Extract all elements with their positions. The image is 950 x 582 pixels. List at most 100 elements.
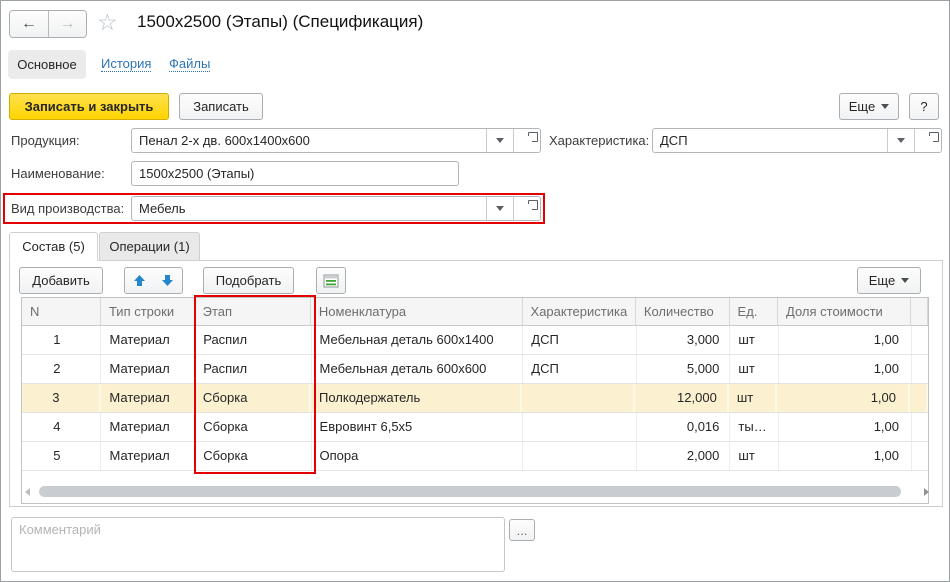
col-header-row-type[interactable]: Тип строки [101, 298, 195, 325]
cell-row-type[interactable]: Материал [101, 442, 195, 470]
chevron-down-icon [496, 138, 504, 143]
back-arrow-icon: ← [21, 15, 37, 33]
cell-item[interactable]: Мебельная деталь 600x1400 [312, 326, 524, 354]
cell-spacer [912, 442, 928, 470]
move-down-button[interactable] [153, 267, 183, 294]
cell-share[interactable]: 1,00 [779, 355, 912, 383]
cell-n[interactable]: 2 [22, 355, 101, 383]
cell-share[interactable]: 1,00 [779, 413, 912, 441]
page-title: 1500x2500 (Этапы) (Спецификация) [137, 12, 423, 32]
pick-button[interactable]: Подобрать [203, 267, 294, 294]
col-header-stage[interactable]: Этап [195, 298, 311, 325]
save-button[interactable]: Записать [179, 93, 263, 120]
cell-row-type[interactable]: Материал [101, 413, 195, 441]
cell-unit[interactable]: шт [730, 355, 778, 383]
change-form-button[interactable] [316, 267, 346, 294]
table-more-button[interactable]: Еще [857, 267, 921, 294]
navtab-files[interactable]: Файлы [169, 56, 210, 72]
cell-stage[interactable]: Распил [195, 326, 311, 354]
cell-item[interactable]: Полкодержатель [311, 384, 522, 412]
cell-unit[interactable]: шт [730, 326, 778, 354]
composition-table: N Тип строки Этап Номенклатура Характери… [21, 297, 929, 504]
cell-characteristic[interactable] [522, 384, 635, 412]
table-row[interactable]: 5 Материал Сборка Опора 2,000 шт 1,00 [22, 442, 928, 471]
cell-stage[interactable]: Сборка [195, 413, 311, 441]
tab-composition[interactable]: Состав (5) [9, 232, 98, 261]
comment-input[interactable] [11, 517, 505, 572]
cell-characteristic[interactable]: ДСП [523, 355, 636, 383]
col-header-unit[interactable]: Ед. [730, 298, 778, 325]
cell-qty[interactable]: 3,000 [637, 326, 731, 354]
characteristic-dropdown-button[interactable] [887, 129, 914, 152]
cell-stage[interactable]: Сборка [195, 384, 311, 412]
cell-unit[interactable]: ты… [730, 413, 778, 441]
comment-more-button[interactable]: ... [509, 519, 535, 541]
add-row-button[interactable]: Добавить [19, 267, 103, 294]
cell-qty[interactable]: 12,000 [635, 384, 729, 412]
table-row[interactable]: 1 Материал Распил Мебельная деталь 600x1… [22, 326, 928, 355]
cell-characteristic[interactable]: ДСП [523, 326, 636, 354]
name-label: Наименование: [11, 161, 105, 186]
cell-row-type[interactable]: Материал [101, 384, 195, 412]
tab-operations[interactable]: Операции (1) [99, 232, 200, 261]
col-header-share[interactable]: Доля стоимости [778, 298, 911, 325]
back-button[interactable]: ← [10, 11, 48, 37]
product-input[interactable]: Пенал 2-х дв. 600x1400x600 [132, 129, 486, 152]
cell-item[interactable]: Мебельная деталь 600x600 [312, 355, 524, 383]
cell-n[interactable]: 1 [22, 326, 101, 354]
open-link-icon [924, 136, 933, 145]
production-type-input[interactable]: Мебель [132, 197, 486, 220]
table-row[interactable]: 2 Материал Распил Мебельная деталь 600x6… [22, 355, 928, 384]
col-header-characteristic[interactable]: Характеристика [523, 298, 636, 325]
cell-n[interactable]: 4 [22, 413, 101, 441]
cell-n[interactable]: 5 [22, 442, 101, 470]
help-button[interactable]: ? [909, 93, 939, 120]
horizontal-scrollbar[interactable] [23, 485, 929, 499]
cell-share[interactable]: 1,00 [779, 326, 912, 354]
form-more-button[interactable]: Еще [839, 93, 899, 120]
scroll-left-icon[interactable] [25, 488, 30, 496]
col-header-n[interactable]: N [22, 298, 101, 325]
cell-unit[interactable]: шт [730, 442, 778, 470]
cell-item[interactable]: Евровинт 6,5x5 [312, 413, 524, 441]
navtab-history[interactable]: История [101, 56, 151, 72]
production-type-label: Вид производства: [11, 196, 124, 221]
form-more-label: Еще [849, 99, 875, 114]
cell-share[interactable]: 1,00 [777, 384, 910, 412]
col-header-item[interactable]: Номенклатура [311, 298, 523, 325]
col-header-qty[interactable]: Количество [636, 298, 730, 325]
production-type-open-button[interactable] [513, 197, 540, 220]
characteristic-open-button[interactable] [914, 129, 941, 152]
product-open-button[interactable] [513, 129, 540, 152]
table-row[interactable]: 4 Материал Сборка Евровинт 6,5x5 0,016 т… [22, 413, 928, 442]
characteristic-input[interactable]: ДСП [653, 129, 887, 152]
cell-row-type[interactable]: Материал [101, 355, 195, 383]
navtab-main[interactable]: Основное [8, 50, 86, 79]
cell-spacer [910, 384, 928, 412]
cell-unit[interactable]: шт [729, 384, 777, 412]
cell-n[interactable]: 3 [22, 384, 101, 412]
move-up-button[interactable] [124, 267, 154, 294]
cell-characteristic[interactable] [523, 413, 636, 441]
scrollbar-thumb[interactable] [39, 486, 901, 497]
cell-qty[interactable]: 2,000 [637, 442, 731, 470]
forward-button[interactable]: → [48, 11, 86, 37]
cell-item[interactable]: Опора [312, 442, 524, 470]
cell-stage[interactable]: Распил [195, 355, 311, 383]
name-input[interactable]: 1500x2500 (Этапы) [132, 162, 458, 185]
cell-characteristic[interactable] [523, 442, 636, 470]
chevron-down-icon [496, 206, 504, 211]
cell-qty[interactable]: 5,000 [637, 355, 731, 383]
product-label: Продукция: [11, 128, 80, 153]
cell-share[interactable]: 1,00 [779, 442, 912, 470]
save-close-button[interactable]: Записать и закрыть [9, 93, 169, 120]
production-type-dropdown-button[interactable] [486, 197, 513, 220]
cell-qty[interactable]: 0,016 [637, 413, 731, 441]
cell-stage[interactable]: Сборка [195, 442, 311, 470]
characteristic-field: ДСП [652, 128, 942, 153]
product-dropdown-button[interactable] [486, 129, 513, 152]
table-row-selected[interactable]: 3 Материал Сборка Полкодержатель 12,000 … [22, 384, 928, 413]
scroll-right-icon[interactable] [924, 488, 929, 496]
cell-row-type[interactable]: Материал [101, 326, 195, 354]
favorite-star-icon[interactable]: ☆ [97, 9, 118, 36]
